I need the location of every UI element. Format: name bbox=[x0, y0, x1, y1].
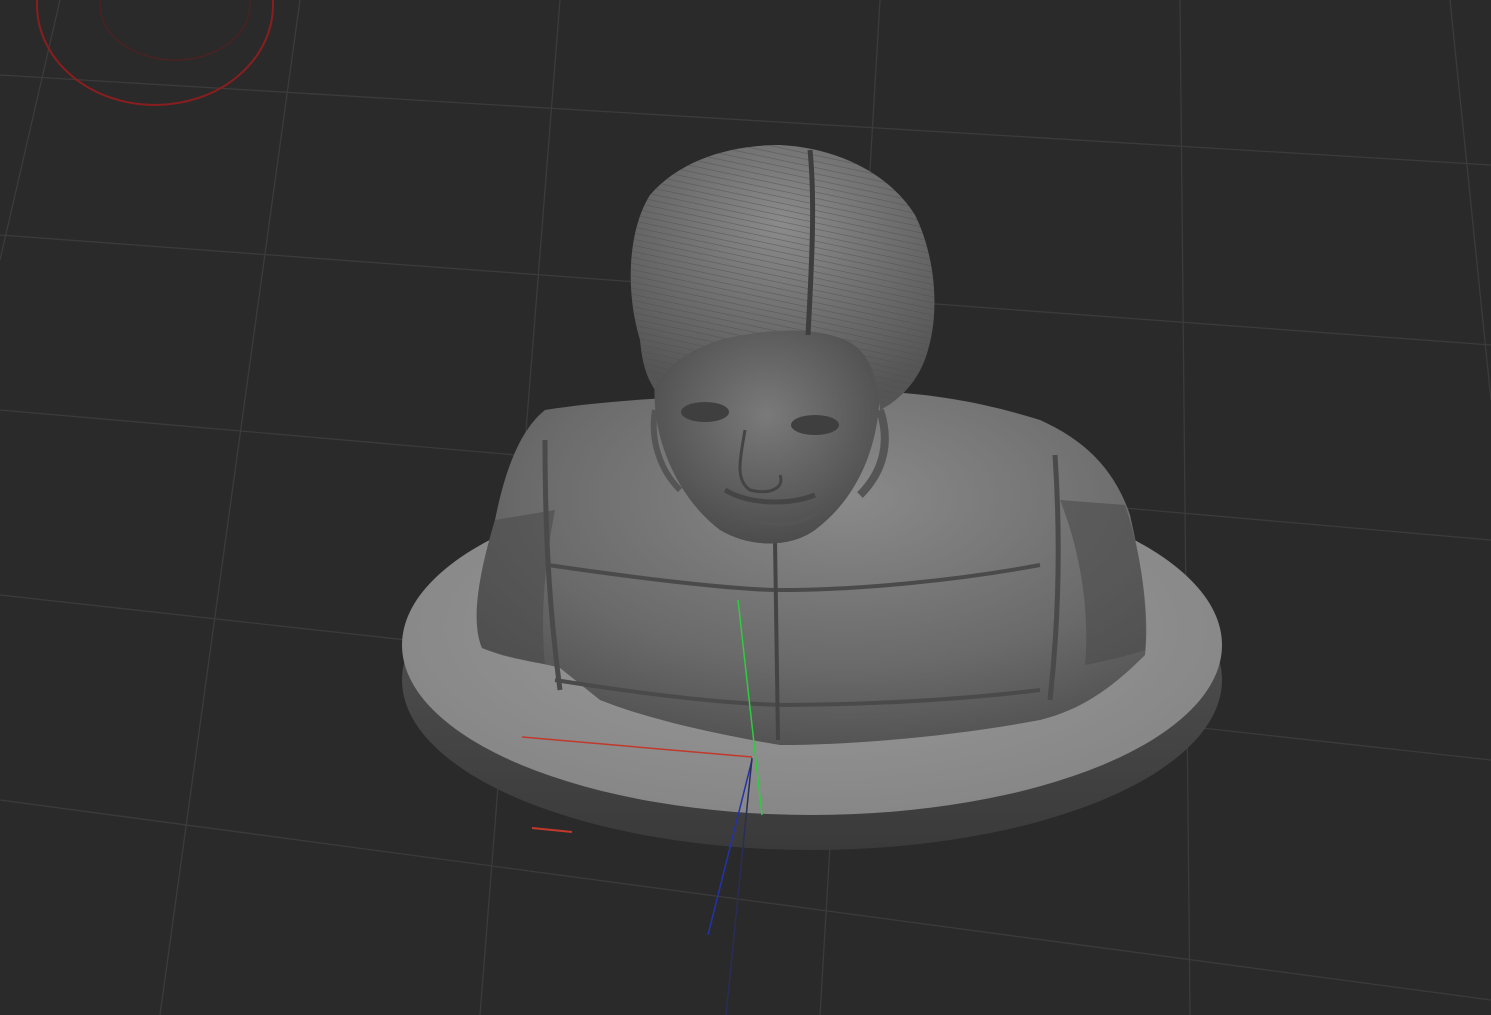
viewport-canvas[interactable] bbox=[0, 0, 1491, 1015]
x-axis-marker bbox=[531, 827, 573, 833]
3d-viewport[interactable] bbox=[0, 0, 1491, 1015]
